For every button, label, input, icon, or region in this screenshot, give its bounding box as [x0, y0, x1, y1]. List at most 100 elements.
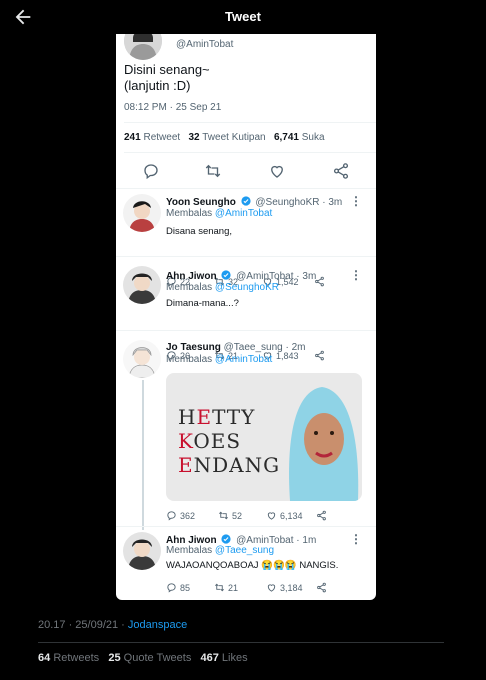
like-label[interactable]: Likes [222, 652, 248, 664]
quote-label[interactable]: Tweet Kutipan [202, 132, 265, 143]
replying-prefix: Membalas [166, 282, 213, 293]
handle[interactable]: @AminTobat · 3m [236, 271, 316, 282]
avatar[interactable] [124, 34, 162, 60]
share-icon[interactable] [332, 162, 350, 180]
retweet-count[interactable]: 64 [38, 652, 50, 664]
source-link[interactable]: Jodanspace [128, 619, 187, 631]
main-tweet-stats: 241 Retweet 32 Tweet Kutipan 6,741 Suka [124, 132, 325, 143]
divider [116, 188, 376, 189]
reply-icon[interactable] [142, 162, 160, 180]
reply-icon [167, 583, 176, 593]
mention-link[interactable]: @AminTobat [215, 208, 272, 219]
reply-text: Disana senang, [166, 226, 233, 237]
handle[interactable]: @Taee_sung · 2m [224, 342, 306, 353]
verified-badge-icon [241, 196, 251, 206]
divider [116, 526, 376, 527]
display-name[interactable]: Yoon Seungho [166, 197, 236, 208]
retweet-icon [219, 511, 228, 520]
retweet-label[interactable]: Retweets [53, 652, 99, 664]
retweet-count: 21 [228, 582, 239, 593]
divider [38, 642, 444, 643]
replying-prefix: Membalas [166, 208, 213, 219]
handle[interactable]: @SeunghoKR · 3m [255, 197, 342, 208]
reply-action[interactable]: 362 [166, 510, 195, 521]
screenshot-card: @AminTobat Disini senang~ (lanjutin :D) … [116, 34, 376, 600]
retweet-action[interactable]: 52 [218, 510, 242, 521]
avatar[interactable] [123, 266, 161, 304]
main-tweet-actions [124, 162, 368, 180]
media-line-1: HETTY [178, 405, 256, 429]
more-options-icon[interactable]: ⋮ [350, 194, 362, 208]
reply-header: Jo Taesung @Taee_sung · 2m [166, 342, 305, 353]
divider [124, 152, 376, 153]
replying-to: Membalas @AminTobat [166, 208, 272, 219]
heart-icon[interactable] [268, 162, 286, 180]
replying-to: Membalas @SeunghoKR [166, 282, 279, 293]
share-action[interactable] [314, 350, 325, 361]
more-options-icon[interactable]: ⋮ [350, 532, 362, 546]
main-tweet-line-2: (lanjutin :D) [124, 78, 191, 93]
quote-label[interactable]: Quote Tweets [124, 652, 192, 664]
replying-prefix: Membalas [166, 545, 213, 556]
reply-count: 85 [180, 582, 191, 593]
retweet-icon [215, 583, 224, 592]
retweet-count: 52 [232, 510, 243, 521]
timestamp-text[interactable]: 20.17 · 25/09/21 · [38, 619, 125, 631]
reply-count: 362 [180, 510, 196, 521]
share-icon [315, 350, 324, 361]
divider [116, 330, 376, 331]
share-icon [317, 510, 326, 521]
page-title: Tweet [225, 9, 261, 24]
share-action[interactable] [316, 582, 327, 593]
reply-header: Yoon Seungho @SeunghoKR · 3m [166, 196, 342, 208]
display-name[interactable]: Ahn Jiwon [166, 271, 217, 282]
main-tweet-line-1: Disini senang~ [124, 62, 210, 77]
reply-text-before: WAJAOANQOABOAJ [166, 560, 259, 571]
reply-text: Dimana-mana...? [166, 298, 239, 309]
retweet-label[interactable]: Retweet [143, 132, 180, 143]
attached-image[interactable]: HETTY KOES ENDANG [166, 373, 362, 501]
like-count[interactable]: 6,741 [274, 132, 299, 143]
avatar[interactable] [123, 532, 161, 570]
heart-icon [267, 584, 276, 592]
quote-count[interactable]: 32 [189, 132, 200, 143]
reply-text: WAJAOANQOABOAJ 😭😭😭 NANGIS. [166, 560, 338, 571]
retweet-action[interactable]: 21 [214, 582, 238, 593]
mention-link[interactable]: @Taee_sung [215, 545, 274, 556]
replying-to: Membalas @Taee_sung [166, 545, 274, 556]
display-name[interactable]: Jo Taesung [166, 342, 221, 353]
crying-emoji: 😭😭😭 [261, 560, 297, 571]
mention-link[interactable]: @AminTobat [215, 354, 272, 365]
like-count: 3,184 [280, 582, 303, 593]
retweet-icon[interactable] [204, 162, 222, 180]
media-line-3: ENDANG [178, 453, 281, 477]
divider [116, 256, 376, 257]
top-bar: Tweet [0, 0, 486, 34]
reply-text-after: NANGIS. [299, 560, 339, 571]
share-action[interactable] [316, 510, 327, 521]
more-options-icon[interactable]: ⋮ [350, 268, 362, 282]
share-icon [317, 582, 326, 593]
reply-action[interactable]: 85 [166, 582, 190, 593]
avatar[interactable] [123, 340, 161, 378]
tweet-timestamp: 20.17 · 25/09/21 · Jodanspace [38, 619, 187, 631]
quote-count[interactable]: 25 [108, 652, 120, 664]
replying-to: Membalas @AminTobat [166, 354, 272, 365]
reply-icon [167, 511, 176, 521]
retweet-count[interactable]: 241 [124, 132, 141, 143]
verified-badge-icon [221, 270, 231, 280]
heart-icon [267, 512, 276, 520]
avatar[interactable] [123, 194, 161, 232]
reply-header: Ahn Jiwon @AminTobat · 3m [166, 270, 316, 282]
like-count: 6,134 [280, 510, 303, 521]
main-tweet-handle[interactable]: @AminTobat [176, 39, 233, 50]
like-label[interactable]: Suka [302, 132, 325, 143]
like-action[interactable]: 3,184 [266, 582, 303, 593]
main-tweet-text: Disini senang~ (lanjutin :D) [124, 62, 210, 94]
like-action[interactable]: 6,134 [266, 510, 303, 521]
divider [124, 122, 376, 123]
like-count[interactable]: 467 [201, 652, 219, 664]
thread-line [142, 380, 144, 530]
mention-link[interactable]: @SeunghoKR [215, 282, 279, 293]
media-line-2: KOES [178, 429, 242, 453]
